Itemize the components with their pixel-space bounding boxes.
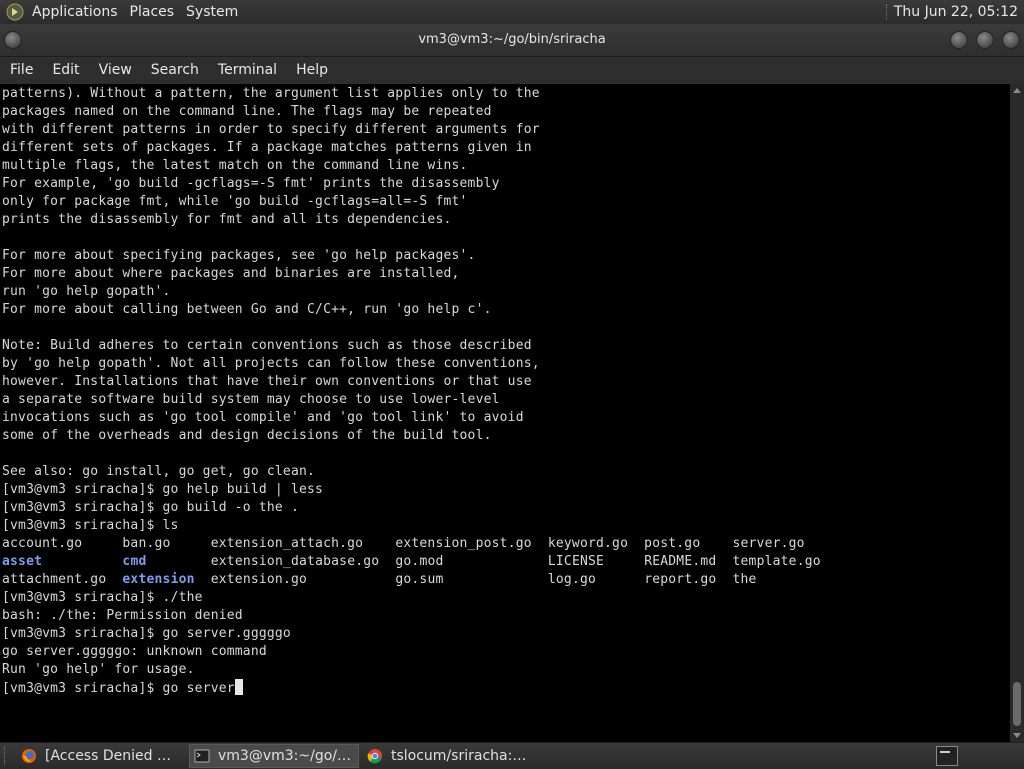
menu-view[interactable]: View bbox=[89, 57, 141, 84]
terminal-line: multiple flags, the latest match on the … bbox=[2, 158, 468, 173]
ls-directory-entry: asset bbox=[2, 554, 43, 569]
terminal-line: different sets of packages. If a package… bbox=[2, 140, 532, 155]
menu-terminal[interactable]: Terminal bbox=[208, 57, 286, 84]
applications-menu[interactable]: Applications bbox=[26, 0, 124, 24]
minimize-button[interactable] bbox=[950, 31, 968, 49]
ls-file-entry: the bbox=[732, 572, 757, 587]
ls-file-entry bbox=[42, 554, 122, 569]
ls-directory-entry: cmd bbox=[122, 554, 147, 569]
window-titlebar[interactable]: vm3@vm3:~/go/bin/sriracha bbox=[0, 24, 1024, 57]
ls-file-entry: server.go bbox=[732, 536, 805, 551]
chrome-icon bbox=[367, 749, 382, 764]
terminal-line: [vm3@vm3 sriracha]$ ls bbox=[2, 518, 179, 533]
terminal-line: some of the overheads and design decisio… bbox=[2, 428, 492, 443]
terminal-output[interactable]: patterns). Without a pattern, the argume… bbox=[0, 84, 1010, 742]
ls-file-entry bbox=[147, 554, 211, 569]
terminal-line: [vm3@vm3 sriracha]$ go server.gggggo bbox=[2, 626, 291, 641]
ls-output-row: asset cmd extension_database.go go.mod L… bbox=[2, 554, 821, 569]
scrollbar-thumb[interactable] bbox=[1013, 682, 1021, 726]
terminal-line: For more about specifying packages, see … bbox=[2, 248, 476, 263]
ls-output-row: attachment.go extension extension.go go.… bbox=[2, 572, 757, 587]
window-menu-button[interactable] bbox=[4, 31, 22, 49]
tray-terminal-icon[interactable] bbox=[936, 746, 958, 766]
menu-help[interactable]: Help bbox=[286, 57, 337, 84]
terminal-line: however. Installations that have their o… bbox=[2, 374, 532, 389]
terminal-line: invocations such as 'go tool compile' an… bbox=[2, 410, 524, 425]
terminal-line: a separate software build system may cho… bbox=[2, 392, 500, 407]
terminal-line: [vm3@vm3 sriracha]$ ./the bbox=[2, 590, 203, 605]
ls-file-entry: ban.go bbox=[122, 536, 211, 551]
top-panel: Applications Places System Thu Jun 22, 0… bbox=[0, 0, 1024, 24]
ls-file-entry: extension_post.go bbox=[395, 536, 548, 551]
terminal-line: packages named on the command line. The … bbox=[2, 104, 492, 119]
terminal-line: [vm3@vm3 sriracha]$ go build -o the . bbox=[2, 500, 299, 515]
terminal-line: patterns). Without a pattern, the argume… bbox=[2, 86, 540, 101]
taskbar-item-terminal[interactable]: vm3@vm3:~/go/bin... bbox=[189, 744, 359, 768]
terminal-line: For more about where packages and binari… bbox=[2, 266, 460, 281]
ls-file-entry: keyword.go bbox=[547, 536, 645, 551]
ls-file-entry bbox=[195, 572, 211, 587]
ls-file-entry: go.mod bbox=[395, 554, 548, 569]
terminal-line: by 'go help gopath'. Not all projects ca… bbox=[2, 356, 540, 371]
ls-file-entry: log.go bbox=[547, 572, 645, 587]
ls-directory-entry: extension bbox=[122, 572, 195, 587]
firefox-icon bbox=[22, 749, 36, 763]
show-desktop-button[interactable] bbox=[4, 747, 13, 765]
ls-file-entry: post.go bbox=[644, 536, 733, 551]
menu-file[interactable]: File bbox=[0, 57, 42, 84]
bottom-panel: [Access Denied — M... vm3@vm3:~/go/bin..… bbox=[0, 742, 1024, 769]
terminal-line: run 'go help gopath'. bbox=[2, 284, 171, 299]
terminal-line: Note: Build adheres to certain conventio… bbox=[2, 338, 532, 353]
terminal-line: with different patterns in order to spec… bbox=[2, 122, 540, 137]
ls-output-row: account.go ban.go extension_attach.go ex… bbox=[2, 536, 805, 551]
terminal-line: [vm3@vm3 sriracha]$ go help build | less bbox=[2, 482, 324, 497]
taskbar-item-label: tslocum/sriracha: Ex... bbox=[391, 748, 527, 764]
terminal-scrollbar[interactable] bbox=[1010, 84, 1024, 742]
terminal-line: go server.gggggo: unknown command bbox=[2, 644, 267, 659]
window-title: vm3@vm3:~/go/bin/sriracha bbox=[418, 32, 606, 47]
scroll-up-arrow-icon[interactable] bbox=[1013, 88, 1021, 93]
terminal-line: For more about calling between Go and C/… bbox=[2, 302, 492, 317]
ls-file-entry: extension_attach.go bbox=[210, 536, 396, 551]
menu-search[interactable]: Search bbox=[141, 57, 208, 84]
text-cursor bbox=[234, 679, 243, 695]
ls-file-entry: go.sum bbox=[395, 572, 548, 587]
scroll-down-arrow-icon[interactable] bbox=[1013, 733, 1021, 738]
terminal-text: patterns). Without a pattern, the argume… bbox=[0, 84, 1010, 698]
ls-file-entry: account.go bbox=[2, 536, 123, 551]
gnome-foot-icon[interactable] bbox=[6, 3, 24, 21]
terminal-line: bash: ./the: Permission denied bbox=[2, 608, 243, 623]
ls-file-entry: report.go bbox=[644, 572, 733, 587]
taskbar-item-label: [Access Denied — M... bbox=[45, 748, 181, 764]
panel-separator bbox=[885, 4, 888, 20]
taskbar-item-firefox[interactable]: [Access Denied — M... bbox=[17, 745, 185, 767]
terminal-line: For example, 'go build -gcflags=-S fmt' … bbox=[2, 176, 500, 191]
clock[interactable]: Thu Jun 22, 05:12 bbox=[894, 4, 1024, 20]
terminal-line: See also: go install, go get, go clean. bbox=[2, 464, 316, 479]
places-menu[interactable]: Places bbox=[124, 0, 181, 24]
prompt-line[interactable]: [vm3@vm3 sriracha]$ go server bbox=[2, 681, 235, 696]
ls-file-entry: template.go bbox=[732, 554, 821, 569]
terminal-line: Run 'go help' for usage. bbox=[2, 662, 195, 677]
terminal-line: prints the disassembly for fmt and all i… bbox=[2, 212, 452, 227]
ls-file-entry: README.md bbox=[644, 554, 733, 569]
ls-file-entry: extension_database.go bbox=[210, 554, 396, 569]
terminal-line: only for package fmt, while 'go build -g… bbox=[2, 194, 468, 209]
taskbar-item-chrome[interactable]: tslocum/sriracha: Ex... bbox=[363, 745, 531, 767]
taskbar-item-label: vm3@vm3:~/go/bin... bbox=[218, 748, 354, 764]
maximize-button[interactable] bbox=[976, 31, 994, 49]
ls-file-entry: attachment.go bbox=[2, 572, 123, 587]
terminal-menubar: File Edit View Search Terminal Help bbox=[0, 57, 1024, 84]
close-button[interactable] bbox=[1002, 31, 1020, 49]
terminal-icon bbox=[194, 749, 210, 763]
system-menu[interactable]: System bbox=[180, 0, 244, 24]
ls-file-entry: LICENSE bbox=[547, 554, 645, 569]
menu-edit[interactable]: Edit bbox=[42, 57, 88, 84]
ls-file-entry: extension.go bbox=[210, 572, 396, 587]
